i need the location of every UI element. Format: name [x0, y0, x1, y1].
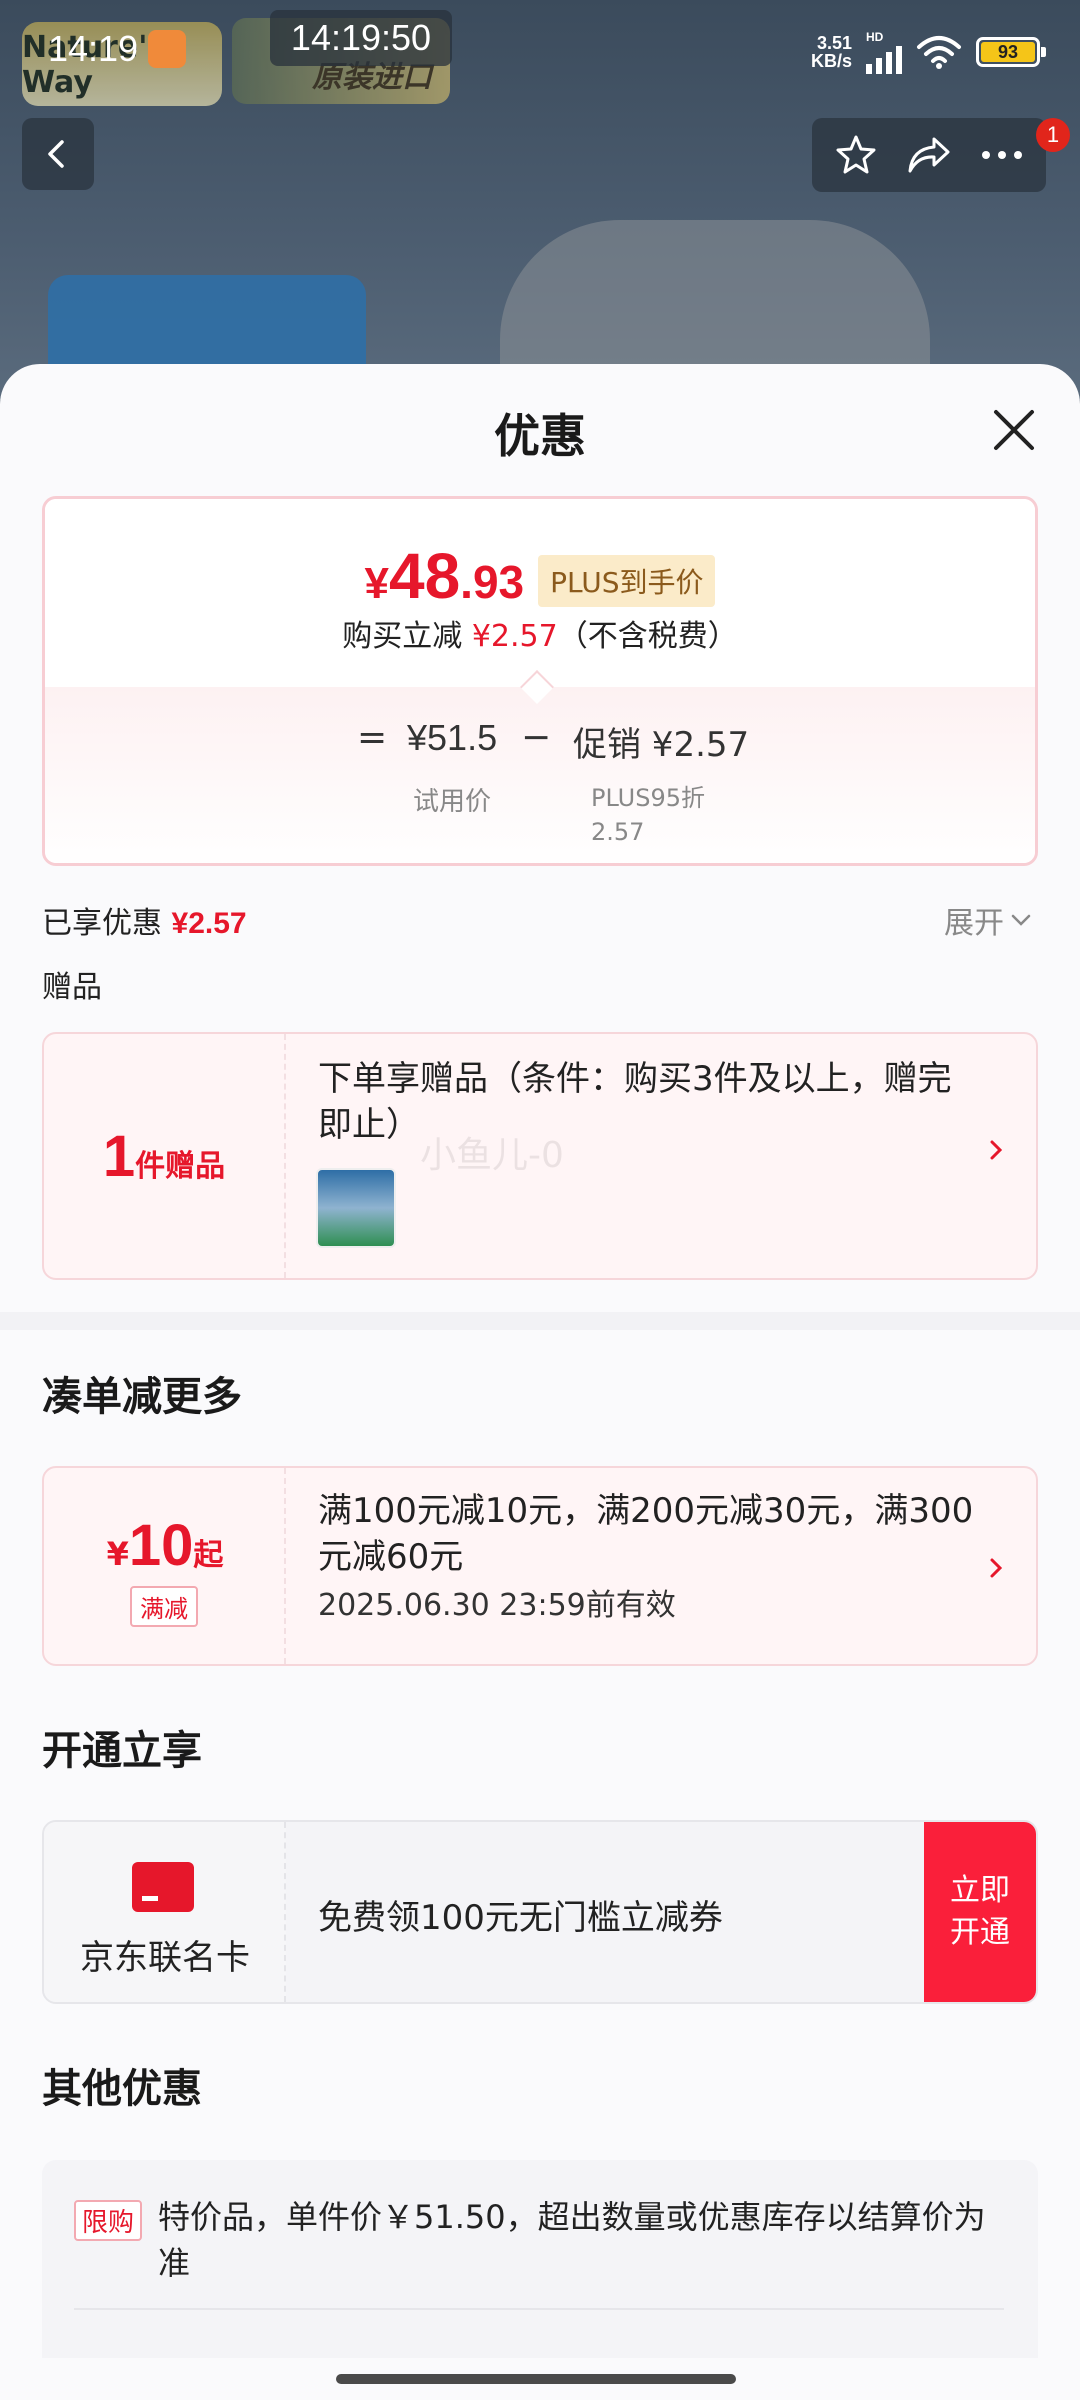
battery-icon: 93 — [976, 37, 1046, 67]
favorite-button[interactable] — [828, 127, 884, 183]
gift-count: 1件赠品 — [102, 1123, 226, 1189]
star-icon — [836, 135, 876, 174]
floating-clock: 14:19:50 — [270, 10, 452, 66]
open-section-title: 开通立享 — [42, 1728, 202, 1774]
close-icon[interactable] — [990, 406, 1038, 454]
watermark-text: 小鱼儿-0 — [420, 1135, 564, 1176]
coupon-card[interactable]: ¥10起 满减 满100元减10元，满200元减30元，满300元减60元 20… — [42, 1466, 1038, 1666]
plus-price-tag: PLUS到手价 — [538, 555, 716, 607]
final-price: ¥48.93 — [364, 540, 525, 612]
signal-bars-icon — [866, 44, 902, 74]
back-icon — [48, 140, 64, 168]
chevron-right-icon — [990, 1558, 1003, 1578]
instant-reduce-row: 购买立减 ¥2.57（不含税费） — [342, 619, 738, 654]
reduce-amount: ¥2.57 — [471, 619, 558, 654]
message-badge: 1 — [1036, 118, 1070, 152]
bank-card-icon — [132, 1862, 194, 1912]
co-branded-card-offer: 京东联名卡 免费领100元无门槛立减券 立即开通 — [42, 1820, 1038, 2004]
coupon-section-title: 凑单减更多 — [42, 1374, 242, 1420]
coupon-validity: 2025.06.30 23:59前有效 — [318, 1588, 676, 1623]
wifi-icon — [917, 36, 961, 69]
status-bar: 14:19 14:19:50 3.51 KB/s HD 93 — [0, 0, 1080, 96]
status-time: 14:19 — [48, 28, 139, 69]
gift-product-thumbnail — [316, 1168, 396, 1248]
network-speed: 3.51 KB/s — [810, 33, 852, 71]
chevron-down-icon — [1011, 914, 1031, 926]
home-indicator[interactable] — [336, 2374, 736, 2384]
gift-section-label: 赠品 — [42, 970, 102, 1005]
coupon-rule-text: 满100元减10元，满200元减30元，满300元减60元 — [318, 1491, 974, 1577]
share-icon — [908, 137, 950, 173]
sheet-title: 优惠 — [494, 409, 586, 463]
coupon-amount: ¥10起 — [106, 1513, 224, 1578]
promo-amount: 促销 ¥2.57 — [573, 725, 750, 765]
status-indicators: 3.51 KB/s HD 93 — [810, 30, 1046, 74]
more-button[interactable] — [974, 127, 1030, 183]
open-now-button[interactable]: 立即开通 — [924, 1822, 1036, 2002]
other-section-title: 其他优惠 — [42, 2066, 202, 2112]
trial-price: ¥51.5 — [407, 717, 498, 758]
share-button[interactable] — [901, 127, 957, 183]
expand-button[interactable]: 展开 — [944, 898, 1032, 942]
back-button[interactable] — [22, 118, 94, 190]
limit-tag: 限购 — [74, 2200, 143, 2241]
chevron-right-icon — [990, 1140, 1003, 1160]
card-offer-text: 免费领100元无门槛立减券 — [318, 1898, 723, 1938]
signal-indicator: HD — [866, 30, 902, 74]
trial-price-label: 试用价 — [413, 787, 492, 817]
promo-label: PLUS95折 2.57 — [591, 784, 705, 846]
final-price-row: ¥48.93 PLUS到手价 — [45, 539, 1035, 613]
notification-app-icon — [148, 30, 186, 68]
card-name: 京东联名卡 — [80, 1938, 250, 1978]
limit-offer-text: 特价品，单件价￥51.50，超出数量或优惠库存以结算价为准 — [158, 2198, 986, 2282]
coupon-type-tag: 满减 — [130, 1586, 198, 1627]
enjoyed-discount: 已享优惠 ¥2.57 — [42, 906, 247, 941]
nav-actions — [812, 118, 1046, 192]
price-breakdown-card: ¥48.93 PLUS到手价 购买立减 ¥2.57（不含税费） = ¥51.5 … — [42, 496, 1038, 866]
more-icon — [981, 151, 1022, 159]
gift-condition-text: 下单享赠品（条件：购买3件及以上，赠完即止） — [318, 1059, 952, 1145]
discount-sheet: 优惠 ¥48.93 PLUS到手价 购买立减 ¥2.57（不含税费） = ¥51… — [0, 364, 1080, 2400]
battery-level: 93 — [981, 42, 1035, 62]
